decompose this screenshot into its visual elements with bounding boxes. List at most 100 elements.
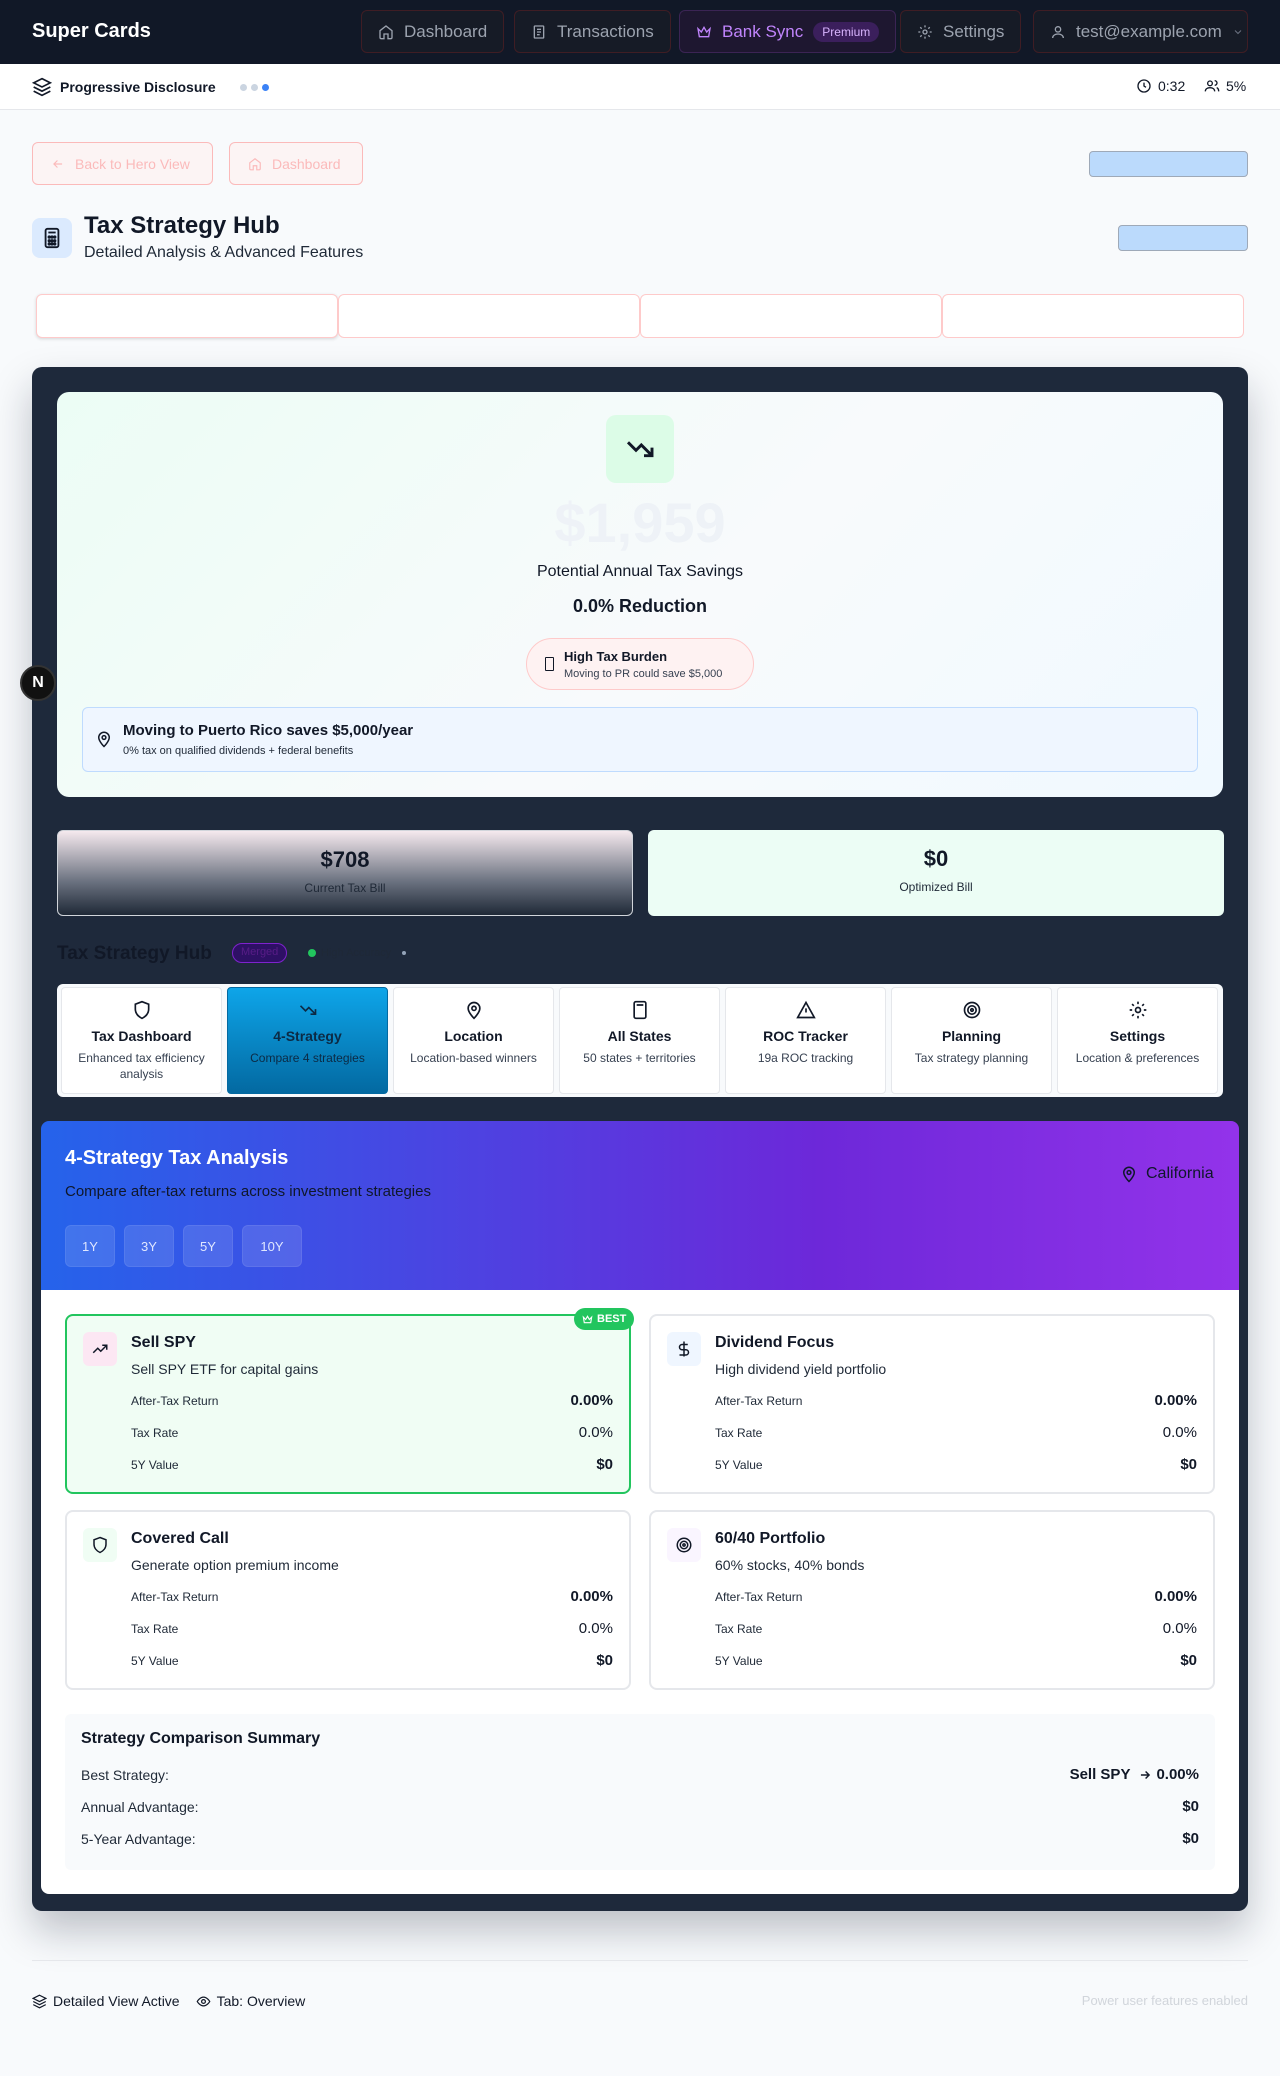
nav-bank-sync-label: Bank Sync bbox=[722, 21, 804, 41]
layers-icon bbox=[32, 1994, 47, 2009]
tab-4[interactable] bbox=[942, 294, 1244, 338]
page-title: Tax Strategy Hub bbox=[84, 212, 280, 239]
row-label: 5Y Value bbox=[131, 1457, 179, 1472]
row-label: Annual Advantage: bbox=[81, 1798, 199, 1815]
user-menu-button[interactable]: test@example.com bbox=[1033, 10, 1248, 53]
step-dot bbox=[240, 84, 247, 91]
current-tax-bill-card: $708 Current Tax Bill bbox=[57, 830, 633, 916]
analysis-title: 4-Strategy Tax Analysis bbox=[65, 1147, 289, 1169]
strategy-summary: Strategy Comparison Summary Best Strateg… bbox=[65, 1714, 1215, 1870]
best-strategy-return: 0.00% bbox=[1156, 1766, 1199, 1783]
row-label: 5Y Value bbox=[715, 1653, 763, 1668]
best-strategy-value: Sell SPY 0.00% bbox=[1070, 1766, 1199, 1783]
strategy-tabs: Tax Dashboard Enhanced tax efficiency an… bbox=[57, 984, 1223, 1097]
nav-settings-label: Settings bbox=[943, 21, 1005, 41]
tab-roc-tracker[interactable]: ROC Tracker 19a ROC tracking bbox=[725, 987, 886, 1094]
target-icon bbox=[962, 1000, 982, 1020]
optimized-bill-label: Optimized Bill bbox=[899, 880, 973, 894]
tab-tax-dashboard[interactable]: Tax Dashboard Enhanced tax efficiency an… bbox=[61, 987, 222, 1094]
tab-4-strategy[interactable]: 4-Strategy Compare 4 strategies bbox=[227, 987, 388, 1094]
strategy-card-sell-spy[interactable]: Sell SPY Sell SPY ETF for capital gains … bbox=[65, 1314, 631, 1494]
period-1y-button[interactable]: 1Y bbox=[65, 1225, 115, 1267]
row-label: After-Tax Return bbox=[131, 1393, 219, 1408]
detailed-view-label: Detailed View Active bbox=[53, 1993, 180, 2009]
savings-amount: $1,959 bbox=[554, 491, 726, 554]
tax-rate-row: Tax Rate 0.0% bbox=[131, 1424, 613, 1441]
after-tax-return-row: After-Tax Return 0.00% bbox=[715, 1392, 1197, 1409]
timer: 0:32 bbox=[1136, 78, 1185, 94]
nav-transactions-button[interactable]: Transactions bbox=[514, 10, 671, 53]
nav-settings-button[interactable]: Settings bbox=[900, 10, 1022, 53]
gear-icon bbox=[1128, 1000, 1148, 1020]
burden-subtitle: Moving to PR could save $5,000 bbox=[564, 668, 723, 680]
tab-desc: Location & preferences bbox=[1075, 1051, 1200, 1065]
reduction-value: 0.0% Reduction bbox=[572, 596, 708, 616]
row-value: 0.0% bbox=[1162, 1620, 1197, 1637]
row-label: 5-Year Advantage: bbox=[81, 1830, 196, 1847]
nav-dashboard-button[interactable]: Dashboard bbox=[361, 10, 505, 53]
strategy-card-covered-call[interactable]: Covered Call Generate option premium inc… bbox=[65, 1510, 631, 1690]
action-placeholder-button[interactable] bbox=[1118, 225, 1248, 251]
map-pin-icon bbox=[1120, 1165, 1138, 1183]
tax-rate-row: Tax Rate 0.0% bbox=[131, 1620, 613, 1637]
row-value: 0.0% bbox=[578, 1424, 613, 1441]
dollar-icon bbox=[667, 1332, 701, 1366]
tab-overview[interactable] bbox=[36, 294, 338, 338]
tab-2[interactable] bbox=[338, 294, 640, 338]
period-3y-button[interactable]: 3Y bbox=[124, 1225, 174, 1267]
clock-icon bbox=[1136, 78, 1152, 94]
strategy-name: 60/40 Portfolio bbox=[715, 1530, 826, 1547]
calculator-icon bbox=[32, 218, 72, 258]
strategy-card-60-40-portfolio[interactable]: 60/40 Portfolio 60% stocks, 40% bonds Af… bbox=[649, 1510, 1215, 1690]
dashboard-label: Dashboard bbox=[272, 155, 341, 172]
accuracy-indicator: High Accuracy bbox=[308, 947, 407, 959]
power-user-note: Power user features enabled bbox=[1081, 1993, 1248, 2008]
progressive-disclosure-title: Progressive Disclosure bbox=[60, 79, 216, 95]
row-label: After-Tax Return bbox=[715, 1393, 803, 1408]
nav-bank-sync-button[interactable]: Bank Sync Premium bbox=[679, 10, 897, 53]
brand-logo[interactable]: Super Cards bbox=[32, 20, 151, 43]
back-to-hero-button[interactable]: Back to Hero View bbox=[32, 142, 213, 185]
row-value: 0.00% bbox=[1154, 1588, 1197, 1605]
period-5y-button[interactable]: 5Y bbox=[183, 1225, 233, 1267]
users-icon bbox=[1204, 78, 1220, 94]
row-label: Tax Rate bbox=[715, 1425, 763, 1440]
page-subtitle: Detailed Analysis & Advanced Features bbox=[84, 244, 364, 261]
gear-icon bbox=[917, 24, 933, 40]
row-value: $0 bbox=[596, 1456, 613, 1473]
tab-settings[interactable]: Settings Location & preferences bbox=[1057, 987, 1218, 1094]
tab-planning[interactable]: Planning Tax strategy planning bbox=[891, 987, 1052, 1094]
status-dot bbox=[308, 949, 316, 957]
location-selector[interactable]: California bbox=[1120, 1165, 1214, 1183]
period-10y-button[interactable]: 10Y bbox=[242, 1225, 302, 1267]
user-icon bbox=[1050, 24, 1066, 40]
users-stat: 5% bbox=[1204, 78, 1246, 94]
tab-title: 4-Strategy bbox=[273, 1028, 342, 1044]
current-bill-amount: $708 bbox=[320, 847, 370, 872]
row-value: 0.0% bbox=[1162, 1424, 1197, 1441]
tab-all-states[interactable]: All States 50 states + territories bbox=[559, 987, 720, 1094]
5y-value-row: 5Y Value $0 bbox=[715, 1652, 1197, 1669]
tab-3[interactable] bbox=[640, 294, 942, 338]
tab-desc: 19a ROC tracking bbox=[757, 1051, 854, 1065]
step-dot-active bbox=[262, 84, 269, 91]
dev-tools-button[interactable]: N bbox=[20, 665, 56, 701]
tab-desc: Compare 4 strategies bbox=[250, 1051, 365, 1065]
dashboard-button[interactable]: Dashboard bbox=[229, 142, 363, 185]
crown-icon bbox=[582, 1314, 593, 1325]
nav-transactions-label: Transactions bbox=[557, 21, 654, 41]
location-label: California bbox=[1146, 1165, 1214, 1182]
strategy-desc: 60% stocks, 40% bonds bbox=[715, 1557, 865, 1573]
row-label: Tax Rate bbox=[131, 1621, 179, 1636]
tab-desc: Location-based winners bbox=[410, 1051, 537, 1065]
tab-location[interactable]: Location Location-based winners bbox=[393, 987, 554, 1094]
tax-rate-row: Tax Rate 0.0% bbox=[715, 1620, 1197, 1637]
row-label: Tax Rate bbox=[131, 1425, 179, 1440]
action-placeholder-button[interactable] bbox=[1089, 151, 1248, 177]
strategy-card-dividend-focus[interactable]: Dividend Focus High dividend yield portf… bbox=[649, 1314, 1215, 1494]
calculator-icon bbox=[630, 1000, 650, 1020]
annual-advantage-row: Annual Advantage: $0 bbox=[81, 1798, 1199, 1815]
row-label: 5Y Value bbox=[131, 1653, 179, 1668]
trend-down-icon bbox=[606, 415, 674, 483]
nav-dashboard-label: Dashboard bbox=[404, 21, 488, 41]
